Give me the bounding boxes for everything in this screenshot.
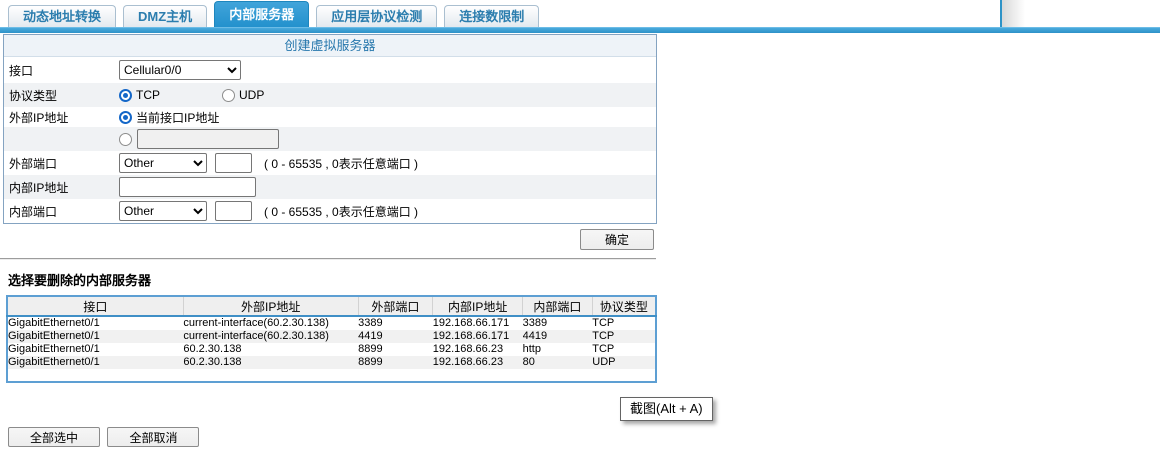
external-ip-label: 外部IP地址	[9, 110, 69, 125]
panel-title: 创建虚拟服务器	[4, 35, 656, 57]
external-ip-custom-radio[interactable]	[119, 132, 132, 146]
cell-interface: GigabitEthernet0/1	[8, 330, 100, 342]
cell-internal-port: 4419	[522, 330, 548, 342]
cell-interface: GigabitEthernet0/1	[8, 317, 100, 329]
cell-internal-ip: 192.168.66.23	[432, 356, 504, 368]
internal-port-hint: ( 0 - 65535 , 0表示任意端口 )	[264, 204, 419, 219]
tab-dynamic-nat[interactable]: 动态地址转换	[8, 5, 117, 27]
protocol-row: 协议类型 TCP UDP	[4, 83, 656, 107]
cell-internal-ip: 192.168.66.171	[432, 330, 510, 342]
interface-select[interactable]: Cellular0/0	[119, 60, 241, 80]
cell-protocol: TCP	[592, 317, 615, 329]
internal-port-row: 内部端口 Other ( 0 - 65535 , 0表示任意端口 )	[4, 199, 656, 223]
section-divider	[0, 258, 656, 260]
external-ip-current-label: 当前接口IP地址	[136, 110, 220, 125]
cell-protocol: TCP	[592, 330, 615, 342]
tabs-container: 动态地址转换 DMZ主机 内部服务器 应用层协议检测 连接数限制	[8, 0, 546, 27]
protocol-label: 协议类型	[9, 88, 58, 103]
bottom-buttons: 全部选中 全部取消	[8, 427, 202, 447]
internal-port-select[interactable]: Other	[119, 201, 207, 221]
tab-alg-detection[interactable]: 应用层协议检测	[316, 5, 438, 27]
cell-internal-port: 80	[522, 356, 535, 368]
cell-external-ip: current-interface(60.2.30.138)	[183, 330, 329, 342]
create-virtual-server-panel: 创建虚拟服务器 接口 Cellular0/0 协议类型 TCP UDP 外部IP…	[3, 34, 657, 224]
internal-port-label: 内部端口	[9, 204, 58, 219]
table-empty-space	[7, 369, 656, 382]
protocol-tcp-radio[interactable]	[119, 88, 132, 102]
table-row[interactable]: GigabitEthernet0/1 current-interface(60.…	[7, 316, 656, 330]
internal-ip-row: 内部IP地址	[4, 175, 656, 199]
interface-row: 接口 Cellular0/0	[4, 57, 656, 83]
cell-internal-ip: 192.168.66.171	[432, 317, 510, 329]
cell-external-port: 8899	[358, 356, 383, 368]
external-ip-custom-row	[4, 127, 656, 151]
protocol-udp-label: UDP	[239, 88, 265, 102]
ok-button[interactable]: 确定	[580, 229, 654, 250]
col-header-external-port: 外部端口	[358, 296, 434, 317]
protocol-udp-radio[interactable]	[222, 88, 235, 102]
cell-internal-ip: 192.168.66.23	[432, 343, 504, 355]
external-port-input[interactable]	[215, 153, 252, 173]
select-all-button[interactable]: 全部选中	[8, 427, 100, 447]
internal-ip-input[interactable]	[119, 177, 256, 197]
external-port-label: 外部端口	[9, 156, 58, 171]
cell-protocol: TCP	[592, 343, 615, 355]
external-port-select[interactable]: Other	[119, 153, 207, 173]
table-row[interactable]: GigabitEthernet0/1 current-interface(60.…	[7, 330, 656, 343]
tab-bar: 动态地址转换 DMZ主机 内部服务器 应用层协议检测 连接数限制	[0, 0, 1160, 33]
cell-external-port: 3389	[358, 317, 383, 329]
col-header-internal-ip: 内部IP地址	[432, 296, 524, 317]
table-row[interactable]: GigabitEthernet0/1 60.2.30.138 8899 192.…	[7, 356, 656, 369]
server-table: 接口 外部IP地址 外部端口 内部IP地址 内部端口 协议类型 GigabitE…	[6, 295, 657, 383]
internal-ip-label: 内部IP地址	[9, 180, 69, 195]
protocol-tcp-label: TCP	[136, 88, 160, 102]
cell-interface: GigabitEthernet0/1	[8, 343, 100, 355]
cell-external-ip: 60.2.30.138	[183, 356, 242, 368]
cell-external-port: 8899	[358, 343, 383, 355]
delete-section-title: 选择要删除的内部服务器	[8, 273, 152, 288]
cell-external-ip: current-interface(60.2.30.138)	[183, 317, 329, 329]
cell-external-ip: 60.2.30.138	[183, 343, 242, 355]
screenshot-tooltip: 截图(Alt + A)	[620, 397, 713, 421]
partial-tab-fade	[1002, 0, 1025, 27]
tab-dmz-host[interactable]: DMZ主机	[123, 5, 208, 27]
col-header-internal-port: 内部端口	[522, 296, 593, 317]
cell-external-port: 4419	[358, 330, 383, 342]
external-ip-custom-input[interactable]	[137, 129, 279, 149]
deselect-all-button[interactable]: 全部取消	[107, 427, 200, 447]
cell-protocol: UDP	[592, 356, 616, 368]
tab-connection-limit[interactable]: 连接数限制	[444, 5, 540, 27]
table-row[interactable]: GigabitEthernet0/1 60.2.30.138 8899 192.…	[7, 343, 656, 356]
col-header-protocol: 协议类型	[592, 296, 656, 317]
table-header-row: 接口 外部IP地址 外部端口 内部IP地址 内部端口 协议类型	[7, 296, 656, 317]
internal-port-input[interactable]	[215, 201, 252, 221]
tab-internal-server[interactable]: 内部服务器	[214, 1, 310, 27]
external-ip-current-radio[interactable]	[119, 110, 132, 124]
external-ip-row: 外部IP地址 当前接口IP地址	[4, 107, 656, 127]
cell-interface: GigabitEthernet0/1	[8, 356, 100, 368]
col-header-external-ip: 外部IP地址	[183, 296, 359, 317]
col-header-interface: 接口	[7, 296, 184, 317]
external-port-hint: ( 0 - 65535 , 0表示任意端口 )	[264, 156, 419, 171]
cell-internal-port: 3389	[522, 317, 548, 329]
cell-internal-port: http	[522, 343, 541, 355]
table-filler-row	[7, 369, 656, 382]
server-table-wrap: 接口 外部IP地址 外部端口 内部IP地址 内部端口 协议类型 GigabitE…	[6, 295, 657, 383]
interface-label: 接口	[9, 63, 34, 78]
external-port-row: 外部端口 Other ( 0 - 65535 , 0表示任意端口 )	[4, 151, 656, 175]
